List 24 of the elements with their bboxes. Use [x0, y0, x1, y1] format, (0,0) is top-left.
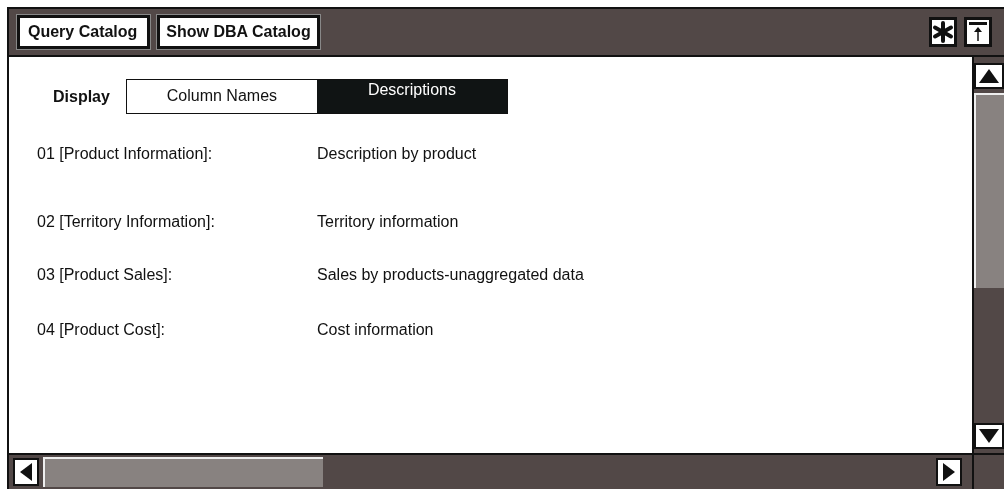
scroll-up-button[interactable]	[974, 63, 1004, 89]
catalog-description: Cost information	[317, 320, 435, 341]
left-arrow-icon	[19, 462, 33, 482]
toolbar-button[interactable]: Show DBA Catalog	[157, 15, 320, 49]
catalog-description: Description by product	[317, 144, 478, 165]
scroll-left-button[interactable]	[13, 458, 39, 486]
up-arrow-icon	[978, 68, 1000, 84]
catalog-description: Territory information	[317, 212, 460, 233]
scrollbar-thumb[interactable]	[974, 93, 1004, 288]
arrow-to-top-icon[interactable]	[964, 17, 992, 47]
catalog-name: 03 [Product Sales]:	[37, 265, 174, 286]
right-arrow-icon	[942, 462, 956, 482]
scrollbar-thumb[interactable]	[43, 457, 323, 487]
display-option-tab[interactable]: Descriptions	[316, 80, 507, 114]
down-arrow-icon	[978, 428, 1000, 444]
catalog-name: 01 [Product Information]:	[37, 144, 214, 165]
catalog-name: 04 [Product Cost]:	[37, 320, 167, 341]
catalog-description: Sales by products-unaggregated data	[317, 265, 585, 286]
toolbar-button[interactable]: Query Catalog	[17, 15, 151, 49]
scroll-right-button[interactable]	[936, 458, 962, 486]
catalog-name: 02 [Territory Information]:	[37, 212, 216, 233]
display-label: Display	[53, 86, 110, 107]
asterisk-icon[interactable]	[929, 17, 957, 47]
scroll-down-button[interactable]	[974, 423, 1004, 449]
